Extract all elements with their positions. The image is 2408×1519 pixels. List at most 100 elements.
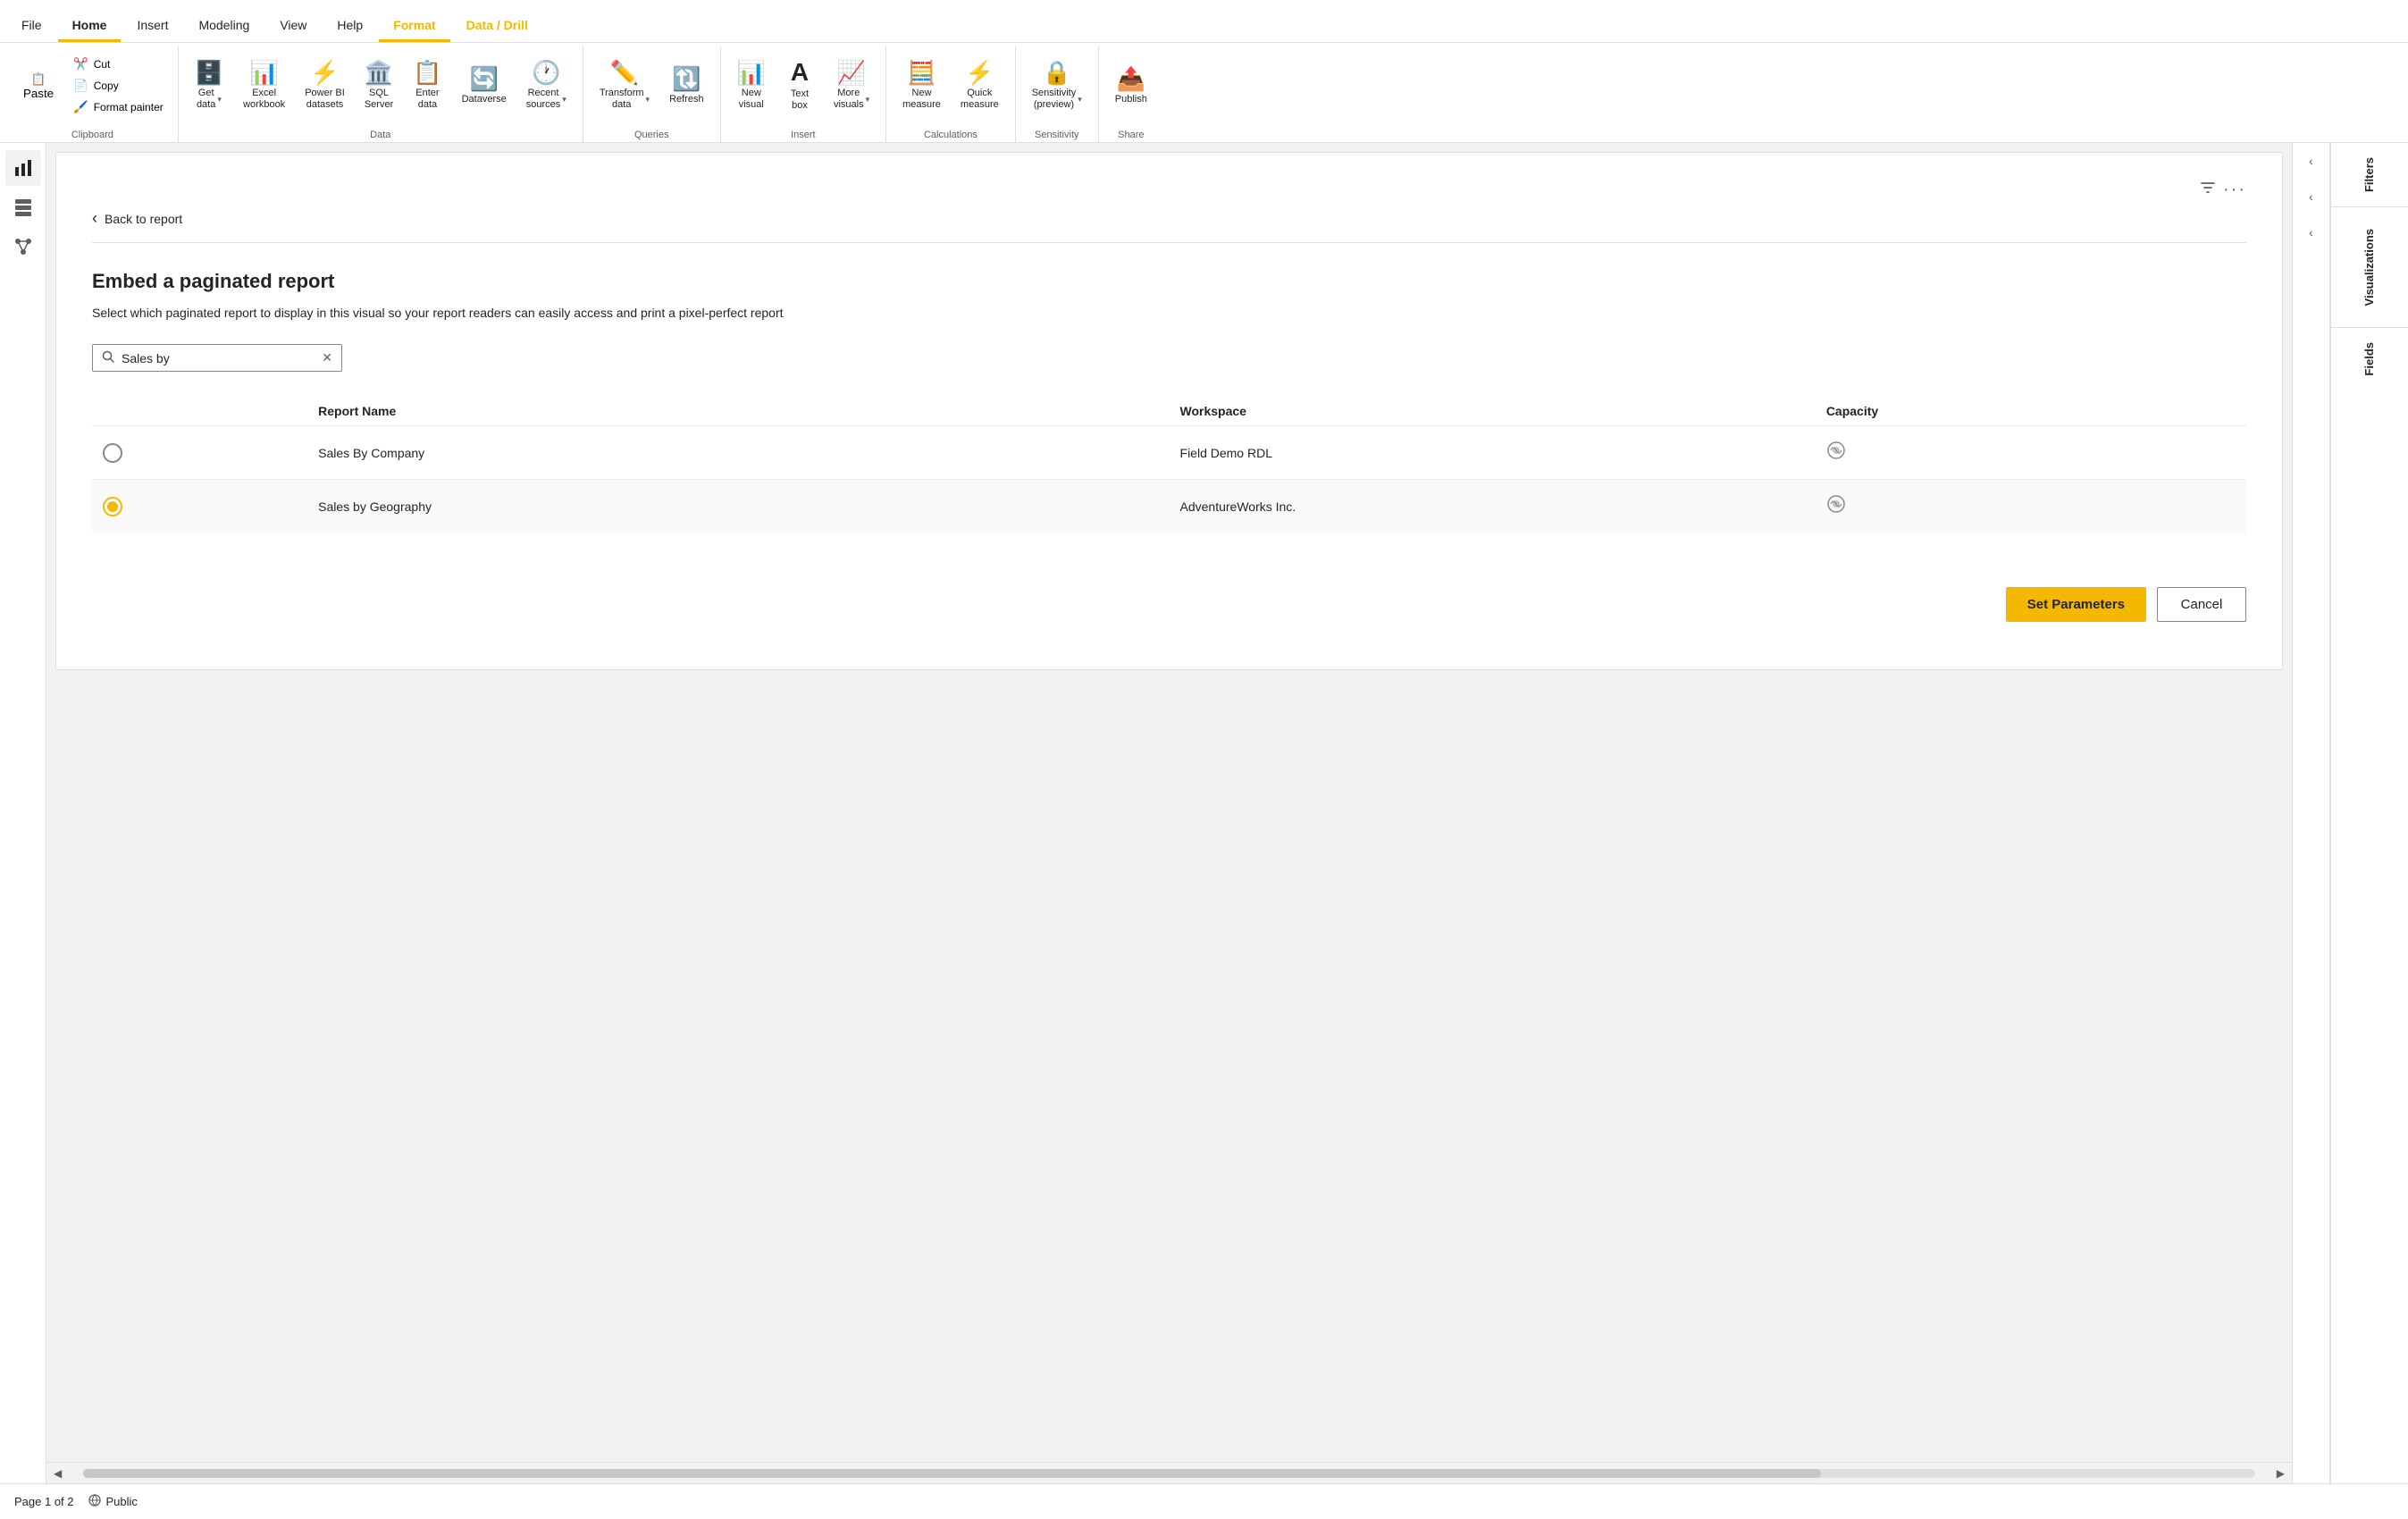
radio-selected[interactable] (103, 497, 122, 516)
ribbon: File Home Insert Modeling View Help Form… (0, 0, 2408, 143)
paste-label: Paste (23, 87, 54, 100)
filters-panel-label[interactable]: Filters (2331, 143, 2408, 207)
table-row[interactable]: Sales by Geography AdventureWorks Inc. (92, 480, 2246, 533)
cut-button[interactable]: ✂️ Cut (66, 55, 171, 74)
get-data-label: Getdata (197, 88, 215, 111)
radio-unselected[interactable] (103, 443, 122, 463)
tab-insert[interactable]: Insert (122, 11, 182, 42)
back-to-report[interactable]: ‹ Back to report (92, 209, 2246, 243)
public-icon (88, 1494, 101, 1509)
sensitivity-items: 🔒 Sensitivity(preview) ▾ (1023, 46, 1091, 126)
tab-modeling[interactable]: Modeling (184, 11, 264, 42)
ribbon-group-insert: 📊 Newvisual A Textbox 📈 Morevisuals ▾ In… (721, 46, 887, 142)
fields-panel-label[interactable]: Fields (2331, 328, 2408, 390)
refresh-button[interactable]: 🔃 Refresh (660, 62, 713, 111)
cut-icon: ✂️ (73, 57, 88, 71)
canvas-area: ··· ‹ Back to report Embed a paginated r… (46, 143, 2292, 1483)
sensitivity-button[interactable]: 🔒 Sensitivity(preview) ▾ (1023, 55, 1091, 116)
filter-icon[interactable] (2200, 180, 2216, 200)
nav-data-icon[interactable] (5, 189, 41, 225)
new-measure-icon: 🧮 (907, 61, 936, 84)
excel-label: Excelworkbook (243, 88, 285, 111)
publish-label: Publish (1115, 94, 1147, 105)
more-visuals-button[interactable]: 📈 Morevisuals ▾ (825, 55, 878, 116)
format-painter-label: Format painter (94, 101, 164, 113)
tab-view[interactable]: View (265, 11, 321, 42)
tab-format[interactable]: Format (379, 11, 449, 42)
clipboard-items: 📋 Paste ✂️ Cut 📄 Copy 🖌️ Form (14, 46, 171, 126)
search-icon (102, 350, 114, 365)
scrollbar-thumb[interactable] (83, 1469, 1820, 1478)
ribbon-content: 📋 Paste ✂️ Cut 📄 Copy 🖌️ Form (0, 43, 2408, 142)
power-bi-datasets-button[interactable]: ⚡ Power BIdatasets (296, 55, 354, 116)
visualizations-label-text: Visualizations (2362, 229, 2376, 306)
new-measure-button[interactable]: 🧮 Newmeasure (894, 55, 950, 116)
tab-help[interactable]: Help (323, 11, 377, 42)
row2-radio-cell (92, 480, 307, 533)
more-visuals-label: Morevisuals (834, 88, 864, 111)
set-parameters-button[interactable]: Set Parameters (2006, 587, 2146, 622)
recent-sources-button[interactable]: 🕐 Recentsources ▾ (517, 55, 575, 116)
status-bar: Page 1 of 2 Public (0, 1483, 2408, 1519)
canvas-inner: ··· ‹ Back to report Embed a paginated r… (46, 143, 2292, 1462)
scroll-left-arrow[interactable]: ◀ (50, 1467, 65, 1480)
get-data-button[interactable]: 🗄️ Getdata ▾ (186, 55, 232, 116)
data-items: 🗄️ Getdata ▾ 📊 Excelworkbook ⚡ Power BId… (186, 46, 575, 126)
excel-workbook-button[interactable]: 📊 Excelworkbook (234, 55, 294, 116)
sql-icon: 🏛️ (365, 61, 393, 84)
scrollbar-track[interactable] (83, 1469, 2255, 1478)
cancel-button[interactable]: Cancel (2157, 587, 2246, 622)
cut-label: Cut (94, 58, 111, 71)
enter-data-button[interactable]: 📋 Enterdata (404, 55, 450, 116)
copy-label: Copy (94, 80, 119, 92)
text-box-button[interactable]: A Textbox (776, 55, 823, 117)
queries-items: ✏️ Transformdata ▾ 🔃 Refresh (591, 46, 713, 126)
tab-home[interactable]: Home (58, 11, 122, 42)
transform-data-button[interactable]: ✏️ Transformdata ▾ (591, 55, 659, 116)
paste-icon: 📋 (31, 72, 46, 87)
clear-search-icon[interactable]: ✕ (322, 350, 332, 365)
new-visual-icon: 📊 (737, 61, 766, 84)
search-input[interactable] (122, 351, 315, 365)
action-row: Set Parameters Cancel (92, 569, 2246, 622)
more-visuals-icon: 📈 (837, 61, 866, 84)
sql-label: SQLServer (365, 88, 393, 111)
nav-model-icon[interactable] (5, 229, 41, 264)
back-arrow-icon: ‹ (92, 209, 97, 228)
dataverse-button[interactable]: 🔄 Dataverse (453, 62, 516, 111)
calculations-group-label: Calculations (894, 126, 1008, 142)
filters-label-text: Filters (2362, 157, 2376, 192)
quick-measure-button[interactable]: ⚡ Quickmeasure (952, 55, 1008, 116)
right-panels: ‹ ‹ ‹ Filters Visualizations Fields (2292, 143, 2408, 1483)
table-row[interactable]: Sales By Company Field Demo RDL (92, 426, 2246, 480)
collapse-arrow-1[interactable]: ‹ (2293, 143, 2328, 179)
tab-file[interactable]: File (7, 11, 56, 42)
nav-report-icon[interactable] (5, 150, 41, 186)
copy-button[interactable]: 📄 Copy (66, 76, 171, 96)
dialog-actions: ··· (2200, 180, 2246, 200)
ribbon-group-share: 📤 Publish Share (1099, 46, 1163, 142)
format-painter-button[interactable]: 🖌️ Format painter (66, 97, 171, 117)
tab-datadrill[interactable]: Data / Drill (452, 11, 542, 42)
publish-button[interactable]: 📤 Publish (1106, 62, 1156, 111)
new-visual-button[interactable]: 📊 Newvisual (728, 55, 775, 116)
collapse-arrow-3[interactable]: ‹ (2293, 214, 2328, 250)
more-options-icon[interactable]: ··· (2223, 180, 2246, 200)
col-capacity: Capacity (1816, 397, 2246, 426)
data-group-label: Data (186, 126, 575, 142)
visualizations-panel-label[interactable]: Visualizations (2331, 207, 2408, 328)
text-box-label: Textbox (791, 88, 809, 112)
search-box: ✕ (92, 344, 342, 372)
panel-collapse-controls: ‹ ‹ ‹ (2293, 143, 2330, 1483)
row1-name: Sales By Company (307, 426, 1169, 480)
sql-server-button[interactable]: 🏛️ SQLServer (356, 55, 402, 116)
dataverse-icon: 🔄 (469, 67, 498, 90)
main-area: ··· ‹ Back to report Embed a paginated r… (0, 143, 2408, 1483)
share-items: 📤 Publish (1106, 46, 1156, 126)
collapse-arrow-2[interactable]: ‹ (2293, 179, 2328, 214)
paste-button[interactable]: 📋 Paste (14, 69, 63, 104)
scroll-right-arrow[interactable]: ▶ (2273, 1467, 2288, 1480)
row1-capacity (1816, 426, 2246, 480)
share-group-label: Share (1106, 126, 1156, 142)
ribbon-tabs: File Home Insert Modeling View Help Form… (0, 0, 2408, 43)
